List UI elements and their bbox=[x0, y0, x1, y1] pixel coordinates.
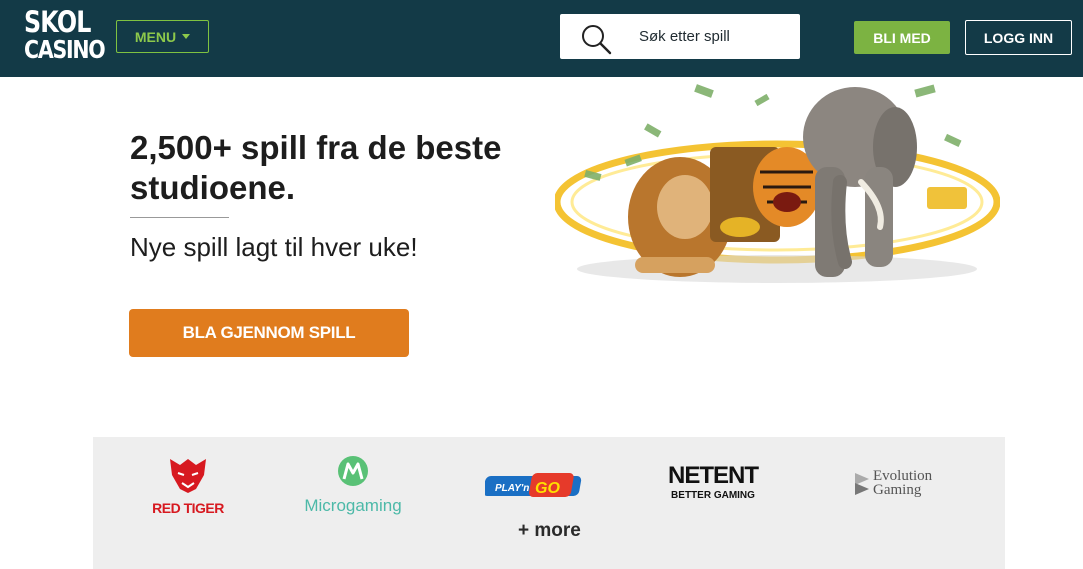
microgaming-icon bbox=[338, 456, 368, 486]
more-providers-link[interactable]: + more bbox=[518, 520, 581, 542]
hero-animals-illustration bbox=[555, 84, 1000, 283]
top-header: SKOL CASINO MENU Søk etter spill BLI MED… bbox=[0, 0, 1083, 77]
menu-button[interactable]: MENU bbox=[116, 20, 209, 53]
browse-games-button[interactable]: BLA GJENNOM SPILL bbox=[129, 309, 409, 357]
search-icon bbox=[582, 25, 612, 55]
provider-netent[interactable]: NETENT BETTER GAMING bbox=[667, 462, 759, 502]
hero-divider bbox=[130, 217, 229, 218]
menu-label: MENU bbox=[134, 28, 177, 45]
provider-name-line2: Gaming bbox=[873, 482, 922, 498]
hero-subtitle: Nye spill lagt til hver uke! bbox=[130, 232, 418, 262]
playngo-logo-icon: PLAY'n GO bbox=[483, 473, 582, 497]
svg-text:GO: GO bbox=[535, 480, 560, 497]
login-button[interactable]: LOGG INN bbox=[965, 20, 1072, 55]
provider-evolution[interactable]: Evolution Gaming bbox=[853, 469, 943, 503]
join-button[interactable]: BLI MED bbox=[854, 21, 950, 54]
provider-name: Microgaming bbox=[304, 496, 402, 515]
svg-text:PLAY'n: PLAY'n bbox=[495, 483, 529, 494]
provider-name: NETENT bbox=[668, 462, 759, 489]
provider-name: RED TIGER bbox=[152, 500, 224, 516]
providers-strip: RED TIGER Microgaming PLAY'n GO NETENT B… bbox=[93, 437, 1005, 569]
hero-title: 2,500+ spill fra de beste studioene. bbox=[130, 129, 502, 206]
search-input[interactable]: Søk etter spill bbox=[639, 28, 730, 45]
logo-line-1: SKOL bbox=[24, 5, 91, 39]
search-box[interactable]: Søk etter spill bbox=[560, 14, 800, 59]
provider-name: Evolution bbox=[873, 468, 933, 484]
red-tiger-icon bbox=[170, 459, 206, 493]
logo-line-2: CASINO bbox=[24, 35, 106, 64]
evolution-icon bbox=[855, 473, 869, 495]
skol-casino-logo[interactable]: SKOL CASINO bbox=[24, 5, 106, 68]
provider-microgaming[interactable]: Microgaming bbox=[298, 455, 408, 516]
provider-playngo[interactable]: PLAY'n GO bbox=[483, 470, 585, 500]
caret-down-icon bbox=[182, 34, 191, 39]
provider-tagline: BETTER GAMING bbox=[671, 490, 755, 501]
provider-red-tiger[interactable]: RED TIGER bbox=[148, 455, 228, 516]
